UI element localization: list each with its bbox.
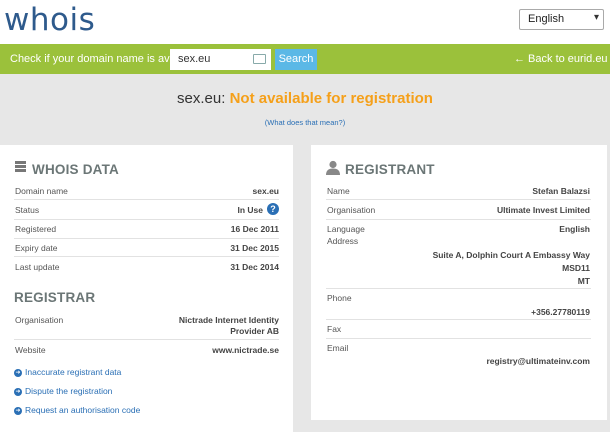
result-status-text: Not available for registration bbox=[229, 90, 433, 107]
request-auth-code-link[interactable]: ➜ Request an authorisation code bbox=[14, 405, 140, 415]
divider bbox=[326, 338, 591, 339]
registrant-language-value: English bbox=[559, 224, 590, 234]
registrar-title: REGISTRAR bbox=[14, 290, 96, 305]
language-select[interactable]: English ▾ bbox=[519, 9, 604, 30]
whois-label-last-update: Last update bbox=[15, 262, 60, 272]
registrant-name-label: Name bbox=[327, 186, 350, 196]
database-icon bbox=[15, 161, 26, 173]
registrant-email-value: registry@ultimateinv.com bbox=[486, 356, 590, 366]
whois-value-expiry: 31 Dec 2015 bbox=[230, 243, 279, 253]
whois-label-domain: Domain name bbox=[15, 186, 68, 196]
user-icon bbox=[326, 160, 340, 175]
registrar-org-label: Organisation bbox=[15, 315, 64, 325]
registrant-address-label: Address bbox=[327, 236, 359, 246]
divider bbox=[14, 199, 279, 200]
registrar-org-line2: Provider AB bbox=[230, 326, 279, 336]
whois-value-registered: 16 Dec 2011 bbox=[230, 224, 279, 234]
registrar-website-value: www.nictrade.se bbox=[212, 345, 279, 355]
inaccurate-data-link[interactable]: ➜ Inaccurate registrant data bbox=[14, 367, 121, 377]
domain-search-input[interactable]: sex.eu bbox=[170, 49, 271, 70]
action-label: Dispute the registration bbox=[25, 386, 113, 396]
registrant-phone-value: +356.27780119 bbox=[531, 307, 590, 317]
registrar-org-line1: Nictrade Internet Identity bbox=[178, 315, 279, 325]
registrant-title: REGISTRANT bbox=[345, 162, 435, 177]
registrant-phone-label: Phone bbox=[327, 293, 352, 303]
whois-value-status: In Use bbox=[237, 205, 263, 215]
back-to-eurid-link[interactable]: ← Back to eurid.eu bbox=[514, 53, 608, 65]
whois-value-last-update: 31 Dec 2014 bbox=[230, 262, 279, 272]
registrant-org-label: Organisation bbox=[327, 205, 376, 215]
whois-value-domain: sex.eu bbox=[252, 186, 279, 196]
explain-link[interactable]: (What does that mean?) bbox=[265, 118, 345, 127]
registrar-website-label: Website bbox=[15, 345, 46, 355]
help-icon[interactable]: ? bbox=[267, 203, 279, 215]
arrow-circle-icon: ➜ bbox=[14, 406, 22, 415]
result-status: sex.eu: Not available for registration bbox=[0, 90, 610, 107]
chevron-down-icon: ▾ bbox=[593, 12, 599, 23]
whois-data-title: WHOIS DATA bbox=[32, 162, 119, 177]
divider bbox=[326, 288, 591, 289]
keyboard-icon[interactable] bbox=[253, 54, 266, 64]
divider bbox=[326, 219, 591, 220]
dispute-registration-link[interactable]: ➜ Dispute the registration bbox=[14, 386, 112, 396]
result-domain: sex.eu: bbox=[177, 90, 226, 107]
action-label: Request an authorisation code bbox=[25, 405, 141, 415]
registrant-address-line3: MT bbox=[577, 276, 590, 286]
divider bbox=[14, 238, 279, 239]
registrant-name-value: Stefan Balazsi bbox=[532, 186, 590, 196]
registrant-fax-label: Fax bbox=[327, 324, 342, 334]
divider bbox=[14, 219, 279, 220]
language-selected-value: English bbox=[528, 13, 565, 25]
divider bbox=[326, 199, 591, 200]
divider bbox=[14, 339, 279, 340]
action-label: Inaccurate registrant data bbox=[25, 367, 122, 377]
registrant-org-value: Ultimate Invest Limited bbox=[496, 205, 590, 215]
search-button[interactable]: Search bbox=[275, 49, 317, 70]
what-does-that-mean-link: (What does that mean?) bbox=[0, 118, 610, 127]
registrant-email-label: Email bbox=[327, 343, 349, 353]
search-input-value: sex.eu bbox=[178, 53, 211, 65]
registrant-address-line2: MSD11 bbox=[562, 263, 590, 273]
divider bbox=[326, 319, 591, 320]
top-header: whois English ▾ bbox=[0, 0, 610, 44]
arrow-circle-icon: ➜ bbox=[14, 368, 22, 377]
arrow-circle-icon: ➜ bbox=[14, 387, 22, 396]
registrant-language-label: Language bbox=[327, 224, 365, 234]
whois-label-registered: Registered bbox=[15, 224, 57, 234]
registrant-address-line1: Suite A, Dolphin Court A Embassy Way bbox=[432, 250, 590, 260]
divider bbox=[14, 256, 279, 257]
whois-label-expiry: Expiry date bbox=[15, 243, 58, 253]
whois-logo[interactable]: whois bbox=[4, 2, 95, 38]
whois-label-status: Status bbox=[15, 205, 40, 215]
